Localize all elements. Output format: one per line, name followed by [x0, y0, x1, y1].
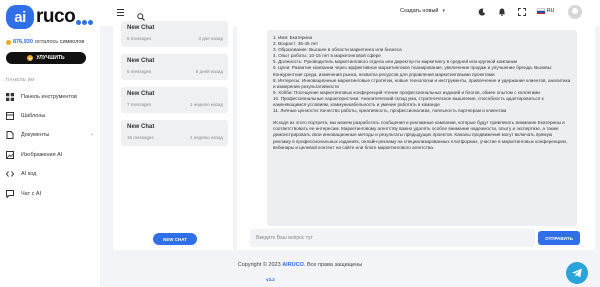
balance-indicator: 876,930 осталось символов	[6, 39, 84, 45]
footer-copyright: Copyright © 2023 AIRUCO. Все права защищ…	[100, 262, 500, 268]
footer-suffix: . Все права защищены	[303, 262, 363, 268]
chat-message-count: 5 messages	[127, 36, 152, 41]
create-new-dropdown[interactable]: Создать новый ▾	[400, 8, 445, 14]
chat-message-count: 15 messages	[127, 135, 154, 140]
code-icon	[6, 170, 14, 178]
chat-input-row: ОТПРАВИТЬ	[250, 229, 580, 247]
chat-list-item[interactable]: New Chat 15 messages 1 неделю назад	[121, 120, 228, 146]
message-line: 10. Профессиональные характеристики: Ана…	[273, 95, 544, 108]
sidebar-item-label: Изображения AI	[21, 152, 63, 158]
chat-title: New Chat	[127, 124, 155, 130]
chat-list-item[interactable]: New Chat 5 messages 3 дня назад	[121, 21, 228, 47]
chat-main-panel: 1. Имя: Екатерина 2. Возраст: 35-45 лет …	[237, 26, 595, 250]
sidebar-item-chat[interactable]: Чат с AI	[6, 188, 96, 200]
sidebar-item-label: Документы	[21, 132, 50, 138]
sidebar-item-documents[interactable]: Документы ›	[6, 129, 96, 141]
new-chat-button[interactable]: NEW CHAT	[153, 233, 197, 245]
chat-message-count: 7 messages	[127, 102, 152, 107]
sidebar-item-code[interactable]: AI код	[6, 168, 96, 180]
logo-text: ruco	[36, 6, 76, 27]
footer-prefix: Copyright © 2023	[237, 262, 283, 268]
footer-brand-link[interactable]: AIRUCO	[282, 262, 304, 268]
sidebar-item-templates[interactable]: Шаблоны	[6, 110, 96, 122]
chevron-right-icon: ›	[91, 132, 93, 138]
message-summary: Исходя из этого портрета, мы можем разра…	[273, 120, 568, 150]
dark-mode-icon[interactable]	[478, 8, 486, 18]
flag-ru-icon	[537, 8, 545, 14]
chat-message-count: 5 messages	[127, 69, 152, 74]
menu-icon[interactable]	[117, 9, 124, 16]
upgrade-button[interactable]: ★ УЛУЧШИТЬ	[6, 52, 86, 64]
chat-list-panel: New Chat 5 messages 3 дня назад New Chat…	[113, 21, 233, 250]
chat-time: 3 дня назад	[198, 36, 223, 41]
version-label: v3.2	[266, 277, 275, 282]
chat-list-item[interactable]: New Chat 5 messages 5 дней назад	[121, 54, 228, 80]
chat-title: New Chat	[127, 91, 155, 97]
chat-title: New Chat	[127, 58, 155, 64]
sidebar: ai ruco 876,930 осталось символов ★ УЛУЧ…	[0, 0, 100, 287]
sidebar-item-images[interactable]: Изображения AI	[6, 149, 96, 161]
chat-title: New Chat	[127, 25, 155, 31]
document-icon	[6, 131, 14, 139]
sidebar-item-label: AI код	[21, 171, 37, 177]
search-icon[interactable]	[137, 8, 145, 21]
logo[interactable]: ai ruco	[6, 4, 94, 30]
chat-time: 1 неделю назад	[189, 102, 223, 107]
chat-time: 5 дней назад	[195, 69, 223, 74]
message-line: 8. Интересы: Инновационные маркетинговые…	[273, 77, 571, 89]
panel-label: ПАНЕЛЬ ИИ	[6, 77, 35, 82]
language-label: RU	[547, 8, 555, 14]
logo-ai-mark: ai	[6, 5, 34, 29]
chat-icon	[6, 190, 14, 198]
telegram-icon[interactable]	[566, 262, 588, 284]
upgrade-label: УЛУЧШИТЬ	[36, 55, 65, 61]
coin-icon	[6, 39, 11, 45]
sidebar-item-label: Панель инструментов	[21, 94, 77, 100]
send-button[interactable]: ОТПРАВИТЬ	[538, 231, 580, 245]
chevron-down-icon: ▾	[442, 8, 445, 14]
sidebar-item-dashboard[interactable]: Панель инструментов	[6, 91, 96, 103]
avatar[interactable]	[568, 5, 582, 19]
dashboard-icon	[6, 93, 14, 101]
chat-input[interactable]	[250, 229, 535, 247]
logo-dots	[76, 19, 94, 25]
sidebar-item-label: Чат с AI	[21, 191, 42, 197]
chat-list-item[interactable]: New Chat 7 messages 1 неделю назад	[121, 87, 228, 113]
bell-icon[interactable]	[498, 8, 506, 18]
chat-time: 1 неделю назад	[189, 135, 223, 140]
assistant-message: 1. Имя: Екатерина 2. Возраст: 35-45 лет …	[267, 30, 577, 226]
create-new-label: Создать новый	[400, 8, 439, 14]
template-icon	[6, 112, 14, 120]
balance-amount: 876,930	[13, 39, 33, 45]
balance-suffix: осталось символов	[34, 39, 85, 45]
star-icon: ★	[27, 55, 34, 61]
expand-icon[interactable]	[518, 8, 526, 18]
language-selector[interactable]: RU	[537, 8, 554, 14]
message-line: 6. Цели: Развитие компании через эффекти…	[273, 65, 553, 77]
image-icon	[6, 151, 14, 159]
sidebar-item-label: Шаблоны	[21, 113, 46, 119]
